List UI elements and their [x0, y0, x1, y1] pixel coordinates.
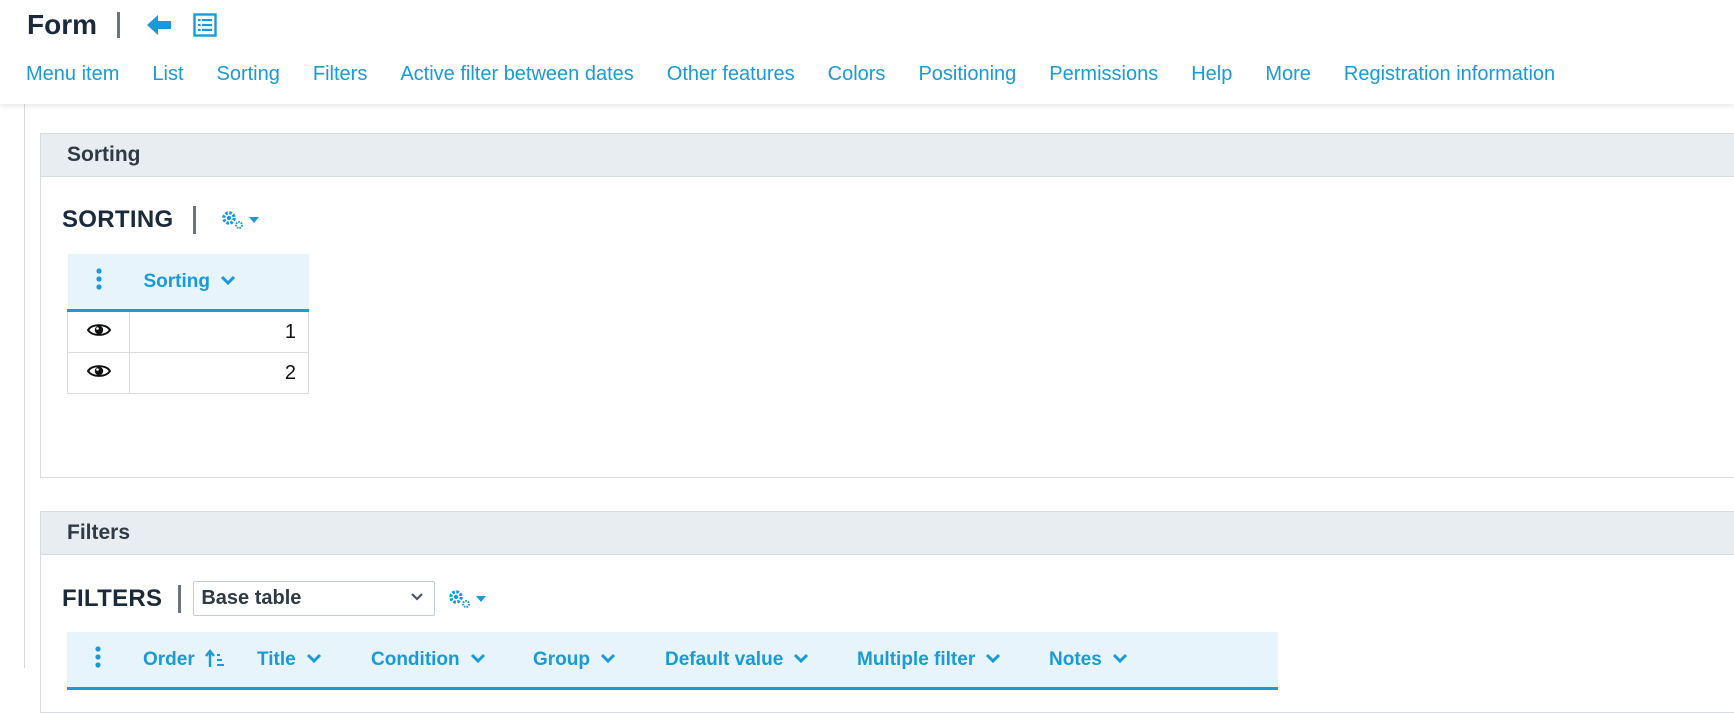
column-header-group[interactable]: Group	[532, 632, 664, 690]
column-header-label: Notes	[1049, 648, 1102, 670]
column-header-label: Sorting	[143, 270, 211, 292]
eye-icon	[86, 323, 111, 336]
filters-table: Order Title Condition Group Default valu…	[67, 632, 1278, 690]
table-row: 2	[67, 352, 309, 394]
chevron-down-icon	[600, 654, 616, 664]
column-header-default-value[interactable]: Default value	[664, 632, 856, 690]
sorting-cell: 2	[129, 352, 309, 394]
column-header-label: Default value	[665, 648, 784, 670]
column-header-multiple-filter[interactable]: Multiple filter	[856, 632, 1048, 690]
column-header-notes[interactable]: Notes	[1048, 632, 1278, 690]
table-header-row: Order Title Condition Group Default valu…	[67, 632, 1278, 690]
left-rail-divider	[24, 104, 25, 668]
list-icon	[193, 13, 217, 37]
caret-down-icon	[249, 217, 260, 223]
filters-panel: Filters FILTERS Base table Order Title C…	[40, 511, 1734, 713]
chevron-down-icon	[306, 654, 321, 664]
nav-item-other-features[interactable]: Other features	[667, 63, 795, 86]
nav-item-registration-information[interactable]: Registration information	[1344, 63, 1555, 86]
top-header: Form Menu item List Sorting Filters Acti…	[0, 0, 1734, 104]
view-record-button[interactable]	[67, 310, 130, 353]
back-button[interactable]	[144, 10, 174, 40]
vertical-dots-icon	[95, 267, 102, 290]
sorting-section-title: SORTING	[62, 206, 174, 233]
nav-item-filters[interactable]: Filters	[313, 63, 367, 86]
column-menu-header[interactable]	[67, 632, 129, 690]
chevron-down-icon	[411, 593, 424, 601]
list-view-button[interactable]	[190, 10, 220, 40]
column-header-condition[interactable]: Condition	[370, 632, 532, 690]
filters-options-dropdown[interactable]	[447, 588, 487, 610]
sorting-table: Sorting 1 2	[67, 254, 309, 394]
eye-icon	[86, 364, 111, 377]
chevron-down-icon	[220, 276, 236, 286]
sorting-panel: Sorting SORTING Sorting 1 2	[40, 133, 1734, 478]
table-header-row: Sorting	[67, 254, 309, 312]
title-separator	[117, 12, 120, 38]
sorting-options-dropdown[interactable]	[220, 209, 260, 231]
column-header-order[interactable]: Order	[129, 632, 256, 690]
sorting-panel-header: Sorting	[41, 134, 1734, 177]
base-table-select[interactable]: Base table	[193, 581, 436, 616]
column-header-label: Multiple filter	[857, 648, 976, 670]
sorting-cell: 1	[129, 310, 309, 353]
title-separator	[193, 206, 197, 234]
title-row: Form	[27, 6, 236, 44]
filters-section-title: FILTERS	[62, 584, 163, 612]
column-header-sorting[interactable]: Sorting	[129, 254, 309, 312]
chevron-down-icon	[470, 654, 485, 664]
caret-down-icon	[476, 595, 487, 602]
column-header-label: Title	[257, 648, 296, 670]
nav-item-positioning[interactable]: Positioning	[918, 63, 1016, 86]
sorting-title-row: SORTING	[62, 206, 260, 234]
nav-item-sorting[interactable]: Sorting	[217, 63, 280, 86]
nav-item-more[interactable]: More	[1265, 63, 1311, 86]
page-title: Form	[27, 9, 97, 40]
chevron-down-icon	[794, 654, 809, 664]
nav-item-active-filter-between-dates[interactable]: Active filter between dates	[400, 63, 633, 86]
nav-item-list[interactable]: List	[152, 63, 183, 86]
column-header-label: Order	[143, 648, 195, 670]
nav-item-colors[interactable]: Colors	[828, 63, 886, 86]
chevron-down-icon	[986, 654, 1001, 664]
nav-item-help[interactable]: Help	[1191, 63, 1232, 86]
select-value: Base table	[201, 587, 302, 609]
chevron-down-icon	[1112, 654, 1127, 664]
column-menu-header[interactable]	[67, 254, 130, 312]
column-header-label: Group	[533, 648, 590, 670]
arrow-left-icon	[147, 15, 171, 35]
nav-item-permissions[interactable]: Permissions	[1049, 63, 1158, 86]
column-header-title[interactable]: Title	[256, 632, 370, 690]
column-header-label: Condition	[371, 648, 460, 670]
nav-menu: Menu item List Sorting Filters Active fi…	[26, 63, 1588, 86]
sort-ascending-icon	[204, 649, 224, 668]
view-record-button[interactable]	[67, 352, 130, 394]
gear-icon	[449, 589, 471, 608]
nav-item-menu-item[interactable]: Menu item	[26, 63, 119, 86]
gear-icon	[222, 211, 244, 229]
filters-title-row: FILTERS Base table	[62, 581, 487, 616]
title-separator	[178, 584, 182, 613]
table-row: 1	[67, 310, 309, 353]
vertical-dots-icon	[95, 645, 101, 668]
filters-panel-header: Filters	[41, 512, 1734, 555]
